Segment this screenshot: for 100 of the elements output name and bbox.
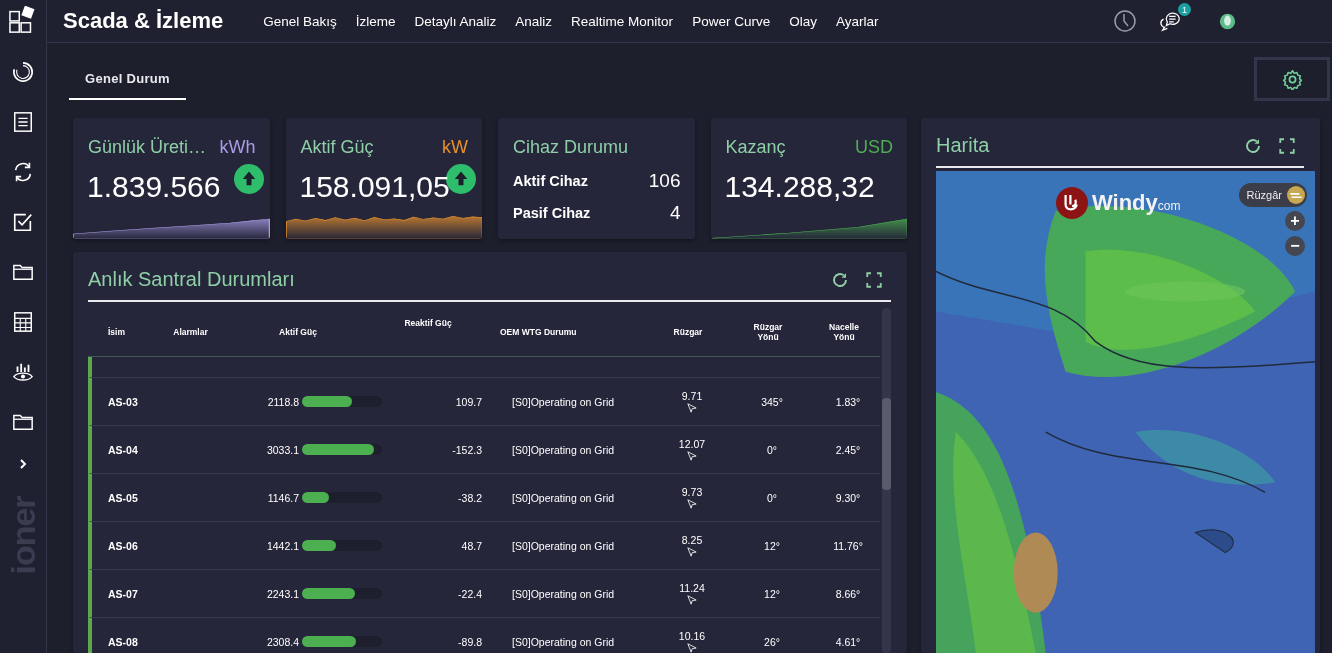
arrow-icon [687,547,697,557]
card-title: Günlük Üreti… [88,137,207,158]
nav-link[interactable]: Analiz [515,13,553,29]
table-cell-text: 9.30° [834,491,862,504]
table-cell-text: 12° [763,539,781,552]
column-header: Nacelle Yönü [828,322,860,342]
arrow-icon [687,643,697,653]
table-cell-text: 11.76° [832,539,864,552]
column-header: OEM WTG Durumu [499,327,578,337]
column-header: Reaktif Güç [403,317,453,328]
table-cell-text: AS-03 [107,395,139,408]
arrow-icon [687,499,697,509]
kpi-value: 134.288,32 [724,170,875,203]
clock-icon[interactable] [1113,9,1137,33]
table-cell-text: -152.3 [451,443,482,456]
card-title: Cihaz Durumu [513,137,629,158]
fullscreen-icon[interactable] [1278,136,1296,155]
nav-link[interactable]: Detaylı Analiz [414,13,497,29]
arrow-icon [687,403,697,413]
arrow-icon [687,451,697,461]
table-cell-text: [S0]Operating on Grid [511,491,616,504]
nav-link[interactable]: Realtime Monitor [571,13,674,29]
table-cell-text: 0° [765,491,778,504]
kpi-value: 158.091,05 [299,170,450,203]
table-cell-text: [S0]Operating on Grid [511,587,616,600]
table-cell-text: [S0]Operating on Grid [511,395,616,408]
settings-button[interactable] [1254,57,1330,101]
table-cell: 1442.1 [266,539,299,552]
table-cell: 12.07 [678,438,706,450]
column-header: Rüzgar [672,327,704,337]
unit-label: kWh [219,137,256,158]
card-title: Aktif Güç [300,137,374,158]
panel-title: Anlık Santral Durumları [88,268,295,291]
table-cell-text: AS-08 [107,635,139,648]
table-cell-text: 26° [763,635,781,648]
device-label: Pasif Cihaz [513,205,591,221]
windy-logo[interactable]: Windycom [1056,187,1181,219]
refresh-icon[interactable] [12,161,34,183]
notification-badge: 1 [1178,3,1191,16]
donut-chart-icon[interactable] [12,61,34,83]
table-cell-text: 12° [763,587,781,600]
table-cell-text: 48.7 [460,539,482,552]
table-cell-text: 109.7 [454,395,482,408]
table-cell-text: AS-07 [107,587,139,600]
column-header: Alarmlar [172,327,209,337]
unit-label: USD [855,137,893,158]
nav-link[interactable]: Olay [789,13,817,29]
app-title: Scada & İzleme [63,8,224,34]
fullscreen-icon[interactable] [865,270,883,289]
table-cell: 9.71 [681,390,703,402]
chevron-right-icon[interactable] [17,458,29,470]
scrollbar[interactable] [882,308,891,653]
table-cell: 11.24 [679,582,705,594]
table-cell: 9.73 [681,486,703,498]
table-cell-text: 345° [760,395,784,408]
device-label: Aktif Cihaz [513,173,588,189]
table-cell: 2243.1 [266,587,299,600]
table-cell-text: AS-04 [107,443,139,456]
apps-logo-icon[interactable] [9,6,37,34]
table-cell-text: 1.83° [834,395,862,408]
table-cell-text: [S0]Operating on Grid [511,635,616,648]
nav-link[interactable]: Genel Bakış [263,13,337,29]
unit-label: kW [442,137,468,158]
avatar-icon[interactable] [1219,12,1236,30]
column-header: Aktif Güç [278,327,318,337]
table-cell: 2308.4 [266,635,299,648]
table-cell-text: [S0]Operating on Grid [511,443,616,456]
tab[interactable]: Genel Durum [69,61,186,100]
table-cell-text: -22.4 [457,587,482,600]
refresh-icon[interactable] [1244,136,1262,155]
chart-eye-icon[interactable] [12,361,34,383]
checkbox-icon[interactable] [12,211,34,233]
table-cell: 8.25 [681,534,703,546]
table-cell: 2118.8 [267,395,299,408]
wind-layer-icon [1287,186,1305,204]
nav-link[interactable]: İzleme [355,13,396,29]
refresh-icon[interactable] [831,270,849,289]
table-cell-text: 2.45° [834,443,862,456]
column-header: Rüzgar Yönü [752,322,784,342]
device-count: 4 [669,202,681,224]
table-cell-text: 0° [765,443,778,456]
device-count: 106 [648,170,681,192]
layer-button[interactable]: Rüzgâr [1238,183,1307,207]
table-cell: 1146.7 [267,491,299,504]
kpi-value: 1.839.566 [87,170,221,203]
gear-icon [1281,68,1303,90]
table-cell: 3033.1 [266,443,299,456]
calculator-icon[interactable] [12,311,34,333]
nav-link[interactable]: Power Curve [692,13,771,29]
nav-link[interactable]: Ayarlar [835,13,879,29]
document-icon[interactable] [12,111,34,133]
table-cell-text: 4.61° [834,635,862,648]
table-cell-text: -89.8 [457,635,482,648]
table-cell: 10.16 [678,630,706,642]
table-cell-text: 8.66° [834,587,862,600]
table-cell-text: [S0]Operating on Grid [511,539,616,552]
table-cell-text: AS-05 [107,491,139,504]
panel-title: Harita [936,134,990,157]
card-title: Kazanç [725,137,786,158]
table-cell-text: -38.2 [457,491,482,504]
